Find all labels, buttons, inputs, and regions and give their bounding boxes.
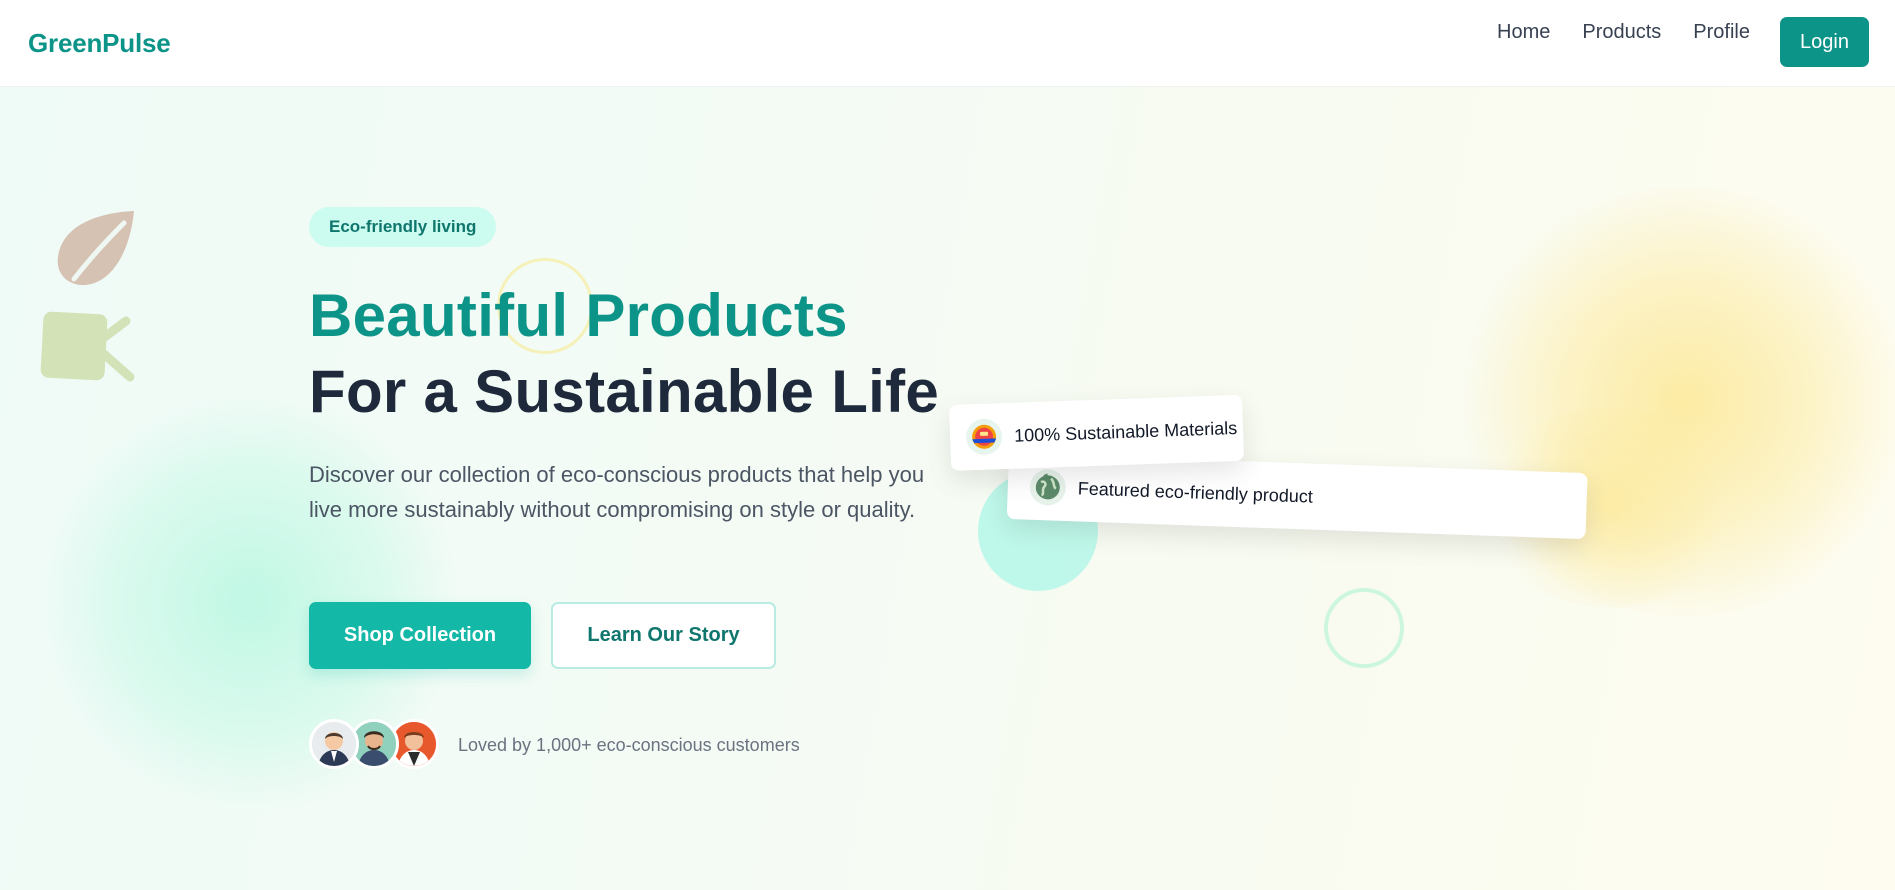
nav-link-home[interactable]: Home — [1497, 21, 1550, 44]
best-badge-icon — [965, 418, 1003, 456]
hero-section: Eco-friendly living Beautiful Products F… — [0, 87, 1895, 890]
decorative-ring — [1324, 588, 1404, 668]
learn-our-story-button[interactable]: Learn Our Story — [551, 602, 776, 669]
sustainable-materials-card[interactable]: 100% Sustainable Materials — [949, 394, 1245, 471]
social-proof-text: Loved by 1,000+ eco-conscious customers — [458, 735, 800, 755]
hero-headline-main: For a Sustainable Life — [309, 358, 940, 425]
sustainable-materials-label: 100% Sustainable Materials — [1013, 417, 1238, 446]
leaf-icon — [57, 211, 134, 286]
login-button[interactable]: Login — [1780, 17, 1869, 67]
note-icon — [40, 311, 135, 382]
nav-link-profile[interactable]: Profile — [1693, 21, 1750, 44]
shop-collection-button[interactable]: Shop Collection — [309, 602, 531, 669]
featured-product-label: Featured eco-friendly product — [1077, 477, 1314, 507]
hero-headline-accent: Beautiful Products — [309, 282, 848, 349]
hero-description: Discover our collection of eco-conscious… — [309, 462, 925, 522]
main-nav: Home Products Profile — [1497, 21, 1750, 44]
globe-icon — [1029, 468, 1067, 506]
eyebrow-badge: Eco-friendly living — [309, 207, 497, 247]
brand-logo[interactable]: GreenPulse — [28, 28, 171, 59]
top-navbar: GreenPulse Home Products Profile Login — [0, 0, 1895, 87]
avatar — [309, 719, 359, 769]
nav-link-products[interactable]: Products — [1582, 21, 1661, 44]
